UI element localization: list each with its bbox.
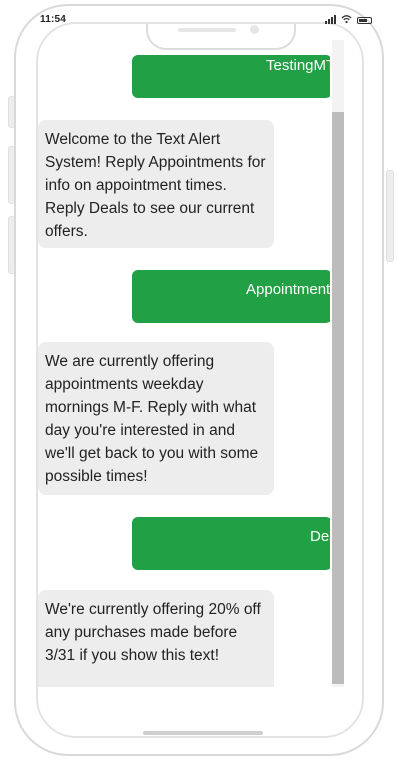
outgoing-message: TestingMTA [132, 55, 330, 98]
message-thread[interactable]: TestingMTA Welcome to the Text Alert Sys… [18, 40, 330, 687]
incoming-message: Welcome to the Text Alert System! Reply … [38, 120, 274, 248]
front-camera-icon [250, 25, 259, 34]
wifi-icon [341, 15, 352, 24]
status-icons [325, 12, 372, 24]
battery-icon [357, 17, 372, 24]
scrollbar-thumb[interactable] [332, 112, 344, 684]
power-button [386, 170, 394, 262]
message-text: Welcome to the Text Alert System! Reply … [45, 131, 266, 240]
signal-icon [325, 15, 336, 24]
incoming-message: We are currently offering appointments w… [38, 342, 274, 495]
message-text: Deals [310, 528, 330, 545]
status-time: 11:54 [40, 14, 67, 25]
home-indicator[interactable] [143, 731, 263, 735]
outgoing-message: Appointments [132, 270, 330, 323]
message-text: We are currently offering appointments w… [45, 353, 259, 485]
outgoing-message: Deals [132, 517, 330, 570]
message-text: TestingMTA [266, 57, 330, 74]
scrollbar[interactable] [332, 40, 344, 687]
message-text: We're currently offering 20% off any pur… [45, 601, 261, 664]
incoming-message: We're currently offering 20% off any pur… [38, 590, 274, 687]
message-text: Appointments [246, 281, 330, 298]
speaker-grille [178, 28, 236, 32]
notch [146, 24, 296, 50]
